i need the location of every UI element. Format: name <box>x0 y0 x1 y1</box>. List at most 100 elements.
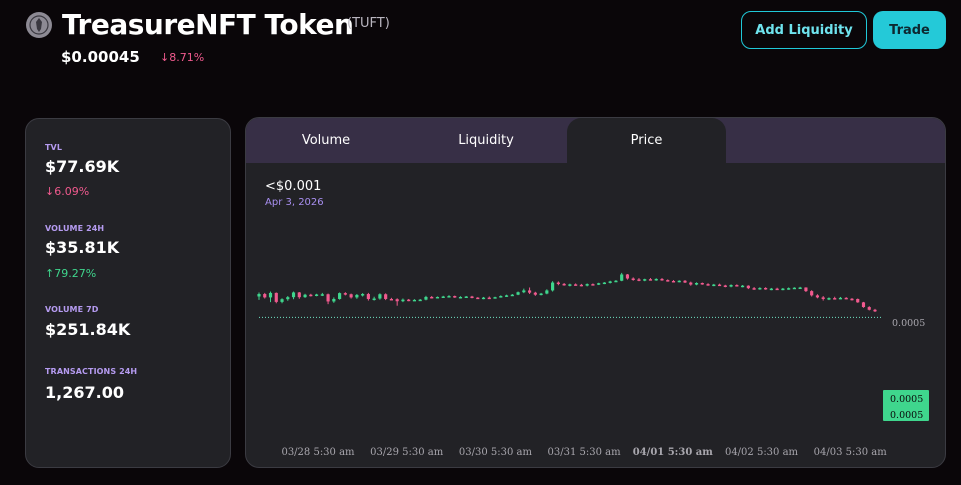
candle-body[interactable] <box>309 294 313 297</box>
candle-body[interactable] <box>412 299 417 302</box>
candle-body[interactable] <box>516 292 520 295</box>
trade-button[interactable]: Trade <box>873 11 946 49</box>
candle-body[interactable] <box>620 274 624 281</box>
candle-body[interactable] <box>867 307 871 310</box>
candle-body[interactable] <box>303 294 307 298</box>
candle-body[interactable] <box>504 295 509 297</box>
candle-body[interactable] <box>671 280 676 283</box>
candle-body[interactable] <box>332 298 336 302</box>
candle-body[interactable] <box>775 288 779 291</box>
price-chart[interactable]: 0.0005 0.0005 0.0005 03/28 5:30 am 03/29 … <box>246 118 946 468</box>
candle-body[interactable] <box>769 288 773 291</box>
candle-body[interactable] <box>666 280 670 282</box>
candle-body[interactable] <box>712 284 716 287</box>
candle-body[interactable] <box>291 292 296 298</box>
candle-body[interactable] <box>861 302 866 308</box>
candle-body[interactable] <box>717 284 722 287</box>
candle-body[interactable] <box>435 296 440 299</box>
candle-body[interactable] <box>355 294 359 298</box>
candle-body[interactable] <box>810 291 814 296</box>
candle-body[interactable] <box>274 292 278 302</box>
candle-body[interactable] <box>326 294 330 302</box>
candle-body[interactable] <box>654 278 658 281</box>
candle-body[interactable] <box>746 285 750 289</box>
candle-body[interactable] <box>689 282 693 285</box>
candle-body[interactable] <box>792 287 796 290</box>
candle-body[interactable] <box>464 296 468 299</box>
candle-body[interactable] <box>314 294 319 296</box>
candle-body[interactable] <box>827 298 831 300</box>
candle-body[interactable] <box>268 292 273 298</box>
candle-body[interactable] <box>602 282 607 285</box>
candle-body[interactable] <box>378 294 382 299</box>
candle-body[interactable] <box>481 297 486 300</box>
candle-body[interactable] <box>453 296 457 298</box>
candle-body[interactable] <box>447 296 451 298</box>
candle-body[interactable] <box>562 283 566 286</box>
candle-body[interactable] <box>389 298 393 301</box>
candle-body[interactable] <box>407 299 411 302</box>
candle-body[interactable] <box>643 279 647 281</box>
candle-body[interactable] <box>591 284 595 286</box>
candle-body[interactable] <box>729 285 733 287</box>
candle-body[interactable] <box>263 294 267 298</box>
candle-body[interactable] <box>660 278 664 281</box>
candle-body[interactable] <box>297 292 301 298</box>
candle-body[interactable] <box>758 287 762 290</box>
candle-body[interactable] <box>476 297 480 300</box>
candle-body[interactable] <box>551 282 555 291</box>
candle-body[interactable] <box>499 296 503 298</box>
candle-body[interactable] <box>838 297 843 300</box>
candle-body[interactable] <box>856 298 860 303</box>
candle-body[interactable] <box>418 299 422 302</box>
candle-body[interactable] <box>441 296 445 299</box>
candle-body[interactable] <box>556 282 560 285</box>
candle-body[interactable] <box>798 287 802 290</box>
candle-body[interactable] <box>597 283 601 285</box>
candle-body[interactable] <box>694 283 699 285</box>
candle-body[interactable] <box>401 299 405 302</box>
candle-body[interactable] <box>706 284 710 286</box>
candle-body[interactable] <box>614 280 618 283</box>
candle-body[interactable] <box>545 290 549 294</box>
candle-body[interactable] <box>493 297 497 299</box>
candle-body[interactable] <box>752 288 756 290</box>
candle-body[interactable] <box>631 278 635 281</box>
candle-body[interactable] <box>873 309 877 312</box>
candle-body[interactable] <box>487 297 491 300</box>
candle-body[interactable] <box>458 296 463 299</box>
candle-body[interactable] <box>637 279 641 281</box>
candle-body[interactable] <box>366 294 370 299</box>
candle-body[interactable] <box>608 281 612 283</box>
candle-body[interactable] <box>764 287 768 290</box>
candle-body[interactable] <box>850 298 854 301</box>
candle-body[interactable] <box>533 292 537 295</box>
candle-body[interactable] <box>677 280 681 283</box>
candle-body[interactable] <box>338 293 342 299</box>
candle-body[interactable] <box>579 284 583 287</box>
candle-body[interactable] <box>343 293 347 295</box>
candle-body[interactable] <box>384 294 388 299</box>
candle-body[interactable] <box>424 296 428 300</box>
candle-body[interactable] <box>700 283 704 285</box>
candle-body[interactable] <box>280 299 284 302</box>
candle-body[interactable] <box>844 297 848 300</box>
candle-body[interactable] <box>741 285 745 288</box>
candle-body[interactable] <box>574 284 578 286</box>
candle-body[interactable] <box>349 294 353 298</box>
candle-body[interactable] <box>833 298 837 300</box>
candle-body[interactable] <box>781 288 785 291</box>
candle-body[interactable] <box>648 279 653 281</box>
candle-body[interactable] <box>585 284 589 286</box>
candle-body[interactable] <box>372 298 376 301</box>
candle-body[interactable] <box>735 285 739 287</box>
candle-body[interactable] <box>625 274 630 279</box>
add-liquidity-button[interactable]: Add Liquidity <box>741 11 867 49</box>
candle-body[interactable] <box>683 280 687 283</box>
candle-body[interactable] <box>787 288 791 290</box>
candle-body[interactable] <box>320 294 324 296</box>
candle-body[interactable] <box>522 290 526 293</box>
candle-body[interactable] <box>804 287 808 292</box>
candle-body[interactable] <box>539 293 543 296</box>
candle-body[interactable] <box>510 294 514 297</box>
